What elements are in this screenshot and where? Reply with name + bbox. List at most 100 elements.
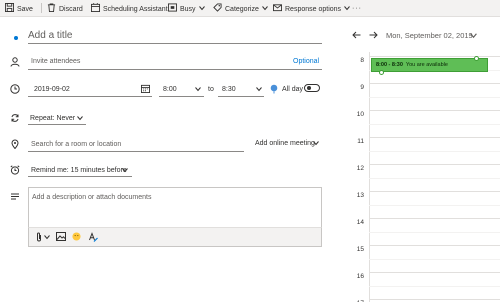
- event-status: You are available: [405, 62, 448, 68]
- more-options-button[interactable]: ···: [352, 3, 362, 14]
- end-time-underline: [218, 96, 264, 97]
- save-button[interactable]: Save: [5, 3, 33, 14]
- image-icon[interactable]: [56, 232, 66, 241]
- hour-line: [369, 164, 500, 165]
- response-options-dropdown[interactable]: Response options: [273, 3, 350, 14]
- chevron-down-icon: [470, 33, 477, 39]
- trash-icon: [47, 3, 56, 12]
- chevron-down-icon: [198, 6, 205, 11]
- hour-line: [369, 245, 500, 246]
- hour-label: 15: [356, 246, 364, 253]
- toolbar-divider: [41, 3, 42, 13]
- busy-label: Busy: [180, 6, 196, 13]
- time-gutter-divider: [369, 52, 370, 302]
- alarm-clock-icon: [10, 165, 20, 175]
- calendar-assistant-icon: [91, 3, 100, 12]
- scheduling-assistant-button[interactable]: Scheduling Assistant: [91, 3, 168, 14]
- event-end: 8:30: [391, 62, 403, 68]
- hour-line: [369, 299, 500, 300]
- clock-icon: [10, 84, 20, 94]
- half-hour-line: [369, 205, 500, 206]
- paperclip-attach-icon[interactable]: [35, 232, 43, 242]
- save-icon: [5, 3, 14, 12]
- hour-label: 12: [356, 165, 364, 172]
- categorize-dropdown[interactable]: Categorize: [213, 3, 268, 14]
- response-options-label: Response options: [285, 6, 342, 13]
- hour-line: [369, 191, 500, 192]
- event-start: 8:00: [376, 62, 388, 68]
- dot-icon: [14, 36, 18, 40]
- start-time-value: 8:00: [163, 86, 177, 93]
- half-hour-line: [369, 259, 500, 260]
- end-time-value: 8:30: [222, 86, 236, 93]
- hour-line: [369, 83, 500, 84]
- hour-label: 16: [356, 273, 364, 280]
- chevron-down-icon: [344, 6, 350, 11]
- chevron-down-icon: [313, 141, 319, 146]
- command-bar: Save Discard Scheduling Assistant Busy C…: [0, 0, 500, 17]
- envelope-icon: [273, 4, 282, 12]
- hour-line: [369, 218, 500, 219]
- optional-link[interactable]: Optional: [293, 57, 319, 66]
- chevron-down-icon: [77, 116, 83, 121]
- event-time-range: 8:00 - 8:30: [376, 62, 403, 68]
- chevron-down-icon: [122, 168, 128, 173]
- hour-label: 14: [356, 219, 364, 226]
- discard-button[interactable]: Discard: [47, 3, 83, 14]
- half-hour-line: [369, 178, 500, 179]
- scheduling-assistant-label: Scheduling Assistant: [103, 6, 168, 13]
- person-icon: [10, 57, 20, 67]
- hour-label: 13: [356, 192, 364, 199]
- event-resize-handle-bottom[interactable]: [379, 70, 384, 75]
- chevron-down-icon: [261, 6, 268, 11]
- half-hour-line: [369, 232, 500, 233]
- hour-label: 8: [360, 57, 364, 64]
- hour-line: [369, 137, 500, 138]
- repeat-label: Repeat: Never: [30, 115, 76, 122]
- half-hour-line: [369, 124, 500, 125]
- date-value: 2019-09-02: [34, 86, 70, 93]
- reminder-underline: [28, 176, 132, 177]
- hour-label: 11: [357, 138, 364, 145]
- description-toolbar: [28, 227, 322, 247]
- arrow-right-icon[interactable]: [369, 31, 378, 39]
- save-label: Save: [17, 6, 33, 13]
- title-input[interactable]: [28, 28, 322, 44]
- calendar-date-label: Mon, September 02, 2019: [386, 31, 473, 40]
- attendees-underline: [28, 69, 322, 70]
- hour-label: 9: [360, 84, 364, 91]
- location-input[interactable]: Search for a room or location: [31, 140, 121, 149]
- arrow-left-icon[interactable]: [352, 31, 361, 39]
- tag-icon: [213, 3, 222, 12]
- emoji-icon[interactable]: [72, 232, 81, 241]
- hour-line: [369, 110, 500, 111]
- reminder-label: Remind me: 15 minutes before: [31, 167, 127, 174]
- hour-line: [369, 272, 500, 273]
- location-underline: [28, 151, 244, 152]
- all-day-toggle[interactable]: [304, 84, 320, 92]
- repeat-icon: [11, 114, 19, 122]
- hour-line: [369, 56, 500, 57]
- half-hour-line: [369, 286, 500, 287]
- location-pin-icon: [11, 139, 19, 149]
- repeat-underline: [28, 124, 86, 125]
- busy-dropdown[interactable]: Busy: [168, 3, 205, 14]
- format-text-icon[interactable]: [88, 232, 98, 242]
- description-placeholder: Add a description or attach documents: [32, 194, 152, 201]
- busy-status-icon: [168, 3, 177, 12]
- to-label: to: [208, 86, 214, 93]
- online-meeting-label: Add online meeting: [255, 140, 315, 147]
- toggle-knob: [306, 86, 311, 90]
- event-resize-handle-top[interactable]: [474, 56, 479, 61]
- half-hour-line: [369, 151, 500, 152]
- categorize-label: Categorize: [225, 6, 259, 13]
- all-day-label: All day: [282, 86, 304, 93]
- attendees-input[interactable]: Invite attendees: [31, 57, 80, 66]
- half-hour-line: [369, 97, 500, 98]
- hour-label: 10: [356, 111, 364, 118]
- event-block[interactable]: 8:00 - 8:30 You are available: [371, 58, 488, 72]
- globe-timezone-icon[interactable]: [270, 84, 278, 94]
- start-time-underline: [159, 96, 204, 97]
- calendar-picker-icon[interactable]: [141, 84, 150, 93]
- chevron-down-icon[interactable]: [44, 234, 50, 240]
